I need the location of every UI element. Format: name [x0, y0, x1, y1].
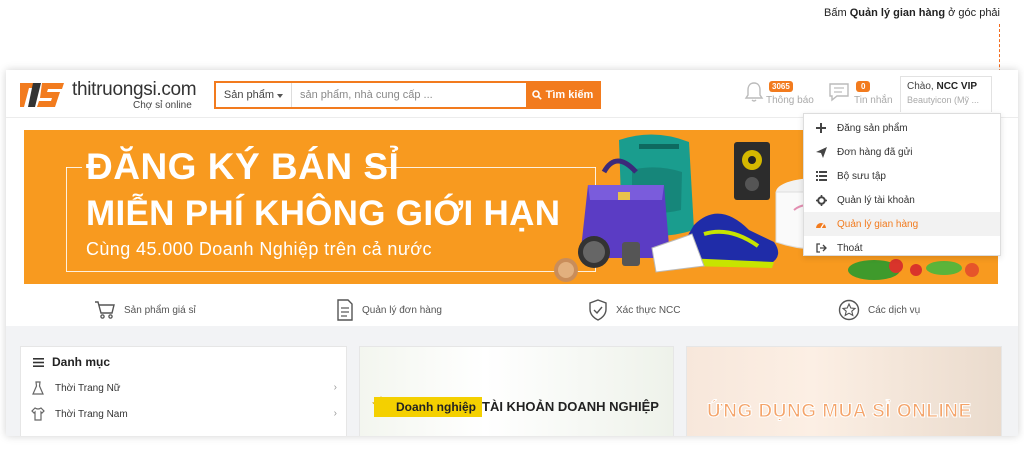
send-icon [814, 146, 828, 158]
business-account-promo[interactable]: Doanh nghiệp TÀI KHOẢN DOANH NGHIỆP [359, 346, 674, 436]
dashboard-icon [814, 218, 828, 230]
banner-subheadline: MIỄN PHÍ KHÔNG GIỚI HẠN [86, 194, 561, 233]
category-item-mens-fashion[interactable]: Thời Trang Nam › [31, 404, 337, 424]
watch-cosmetics-illustration [554, 236, 640, 282]
annotation-suffix: ở góc phải [945, 7, 1000, 19]
menu-item-label: Đăng sản phẩm [837, 122, 908, 134]
caret-down-icon [277, 93, 284, 98]
service-label: Xác thực NCC [616, 304, 681, 316]
search-category-label: Sản phẩm [223, 89, 275, 101]
category-item-womens-fashion[interactable]: Thời Trang Nữ › [31, 378, 337, 398]
logo-tagline: Chợ sỉ online [133, 100, 192, 111]
messages-button[interactable]: 0 Tin nhắn [828, 78, 898, 110]
category-panel: Danh mục Thời Trang Nữ › Thời Trang Nam … [20, 346, 347, 436]
business-badge: Doanh nghiệp [374, 397, 482, 417]
services-bar: Sản phẩm giá sỉ Quản lý đơn hàng Xác thự… [6, 292, 1018, 326]
greeting-prefix: Chào, [907, 81, 937, 92]
logout-icon [814, 242, 828, 254]
account-name: NCC VIP [936, 81, 978, 92]
message-icon [829, 83, 849, 102]
menu-item-store-management[interactable]: Quản lý gian hàng [804, 212, 1000, 236]
banner-headline: ĐĂNG KÝ BÁN SỈ [86, 146, 400, 187]
category-heading: Danh mục [33, 355, 110, 369]
category-label: Thời Trang Nữ [55, 382, 121, 394]
banner-frame-top-left [66, 167, 82, 168]
menu-item-sent-orders[interactable]: Đơn hàng đã gửi [804, 140, 1000, 164]
messages-label: Tin nhắn [854, 95, 893, 106]
menu-item-post-product[interactable]: Đăng sản phẩm [804, 116, 1000, 140]
account-greeting: Chào, NCC VIP [907, 81, 985, 92]
service-label: Sản phẩm giá sỉ [124, 304, 196, 316]
menu-item-label: Quản lý tài khoản [837, 194, 915, 206]
menu-item-label: Bộ sưu tập [837, 170, 886, 182]
search-category-select[interactable]: Sản phẩm [216, 83, 292, 107]
annotation-prefix: Bấm [824, 7, 850, 19]
search-input[interactable] [292, 83, 526, 107]
shirt-icon [31, 407, 45, 421]
menu-item-label: Đơn hàng đã gửi [837, 146, 913, 158]
search-icon [531, 90, 542, 100]
menu-icon [33, 357, 44, 367]
website-frame: thitruongsi.com Chợ sỉ online Sản phẩm T… [6, 70, 1018, 436]
service-order-management[interactable]: Quản lý đơn hàng [336, 298, 442, 322]
star-badge-icon [838, 299, 860, 321]
business-account-title: TÀI KHOẢN DOANH NGHIỆP [482, 399, 659, 414]
category-label: Thời Trang Nam [55, 408, 128, 420]
logo-mark-icon [20, 83, 64, 107]
search-bar: Sản phẩm Tìm kiếm [214, 81, 601, 109]
search-button-label: Tìm kiếm [545, 89, 594, 101]
banner-caption: Cùng 45.000 Doanh Nghiệp trên cả nước [86, 239, 432, 259]
service-other-services[interactable]: Các dịch vụ [838, 298, 920, 322]
menu-item-logout[interactable]: Thoát [804, 236, 1000, 260]
mobile-app-title: ỨNG DỤNG MUA SỈ ONLINE [707, 401, 972, 423]
plus-icon [814, 122, 828, 134]
logo-wordmark: thitruongsi.com [72, 79, 197, 100]
cart-icon [95, 301, 115, 319]
mobile-app-promo[interactable]: ỨNG DỤNG MUA SỈ ONLINE [686, 346, 1002, 436]
instruction-annotation: Bấm Quản lý gian hàng ở góc phải [824, 7, 1000, 19]
site-header: thitruongsi.com Chợ sỉ online Sản phẩm T… [6, 70, 1018, 118]
content-area: Danh mục Thời Trang Nữ › Thời Trang Nam … [6, 326, 1018, 436]
gear-icon [814, 194, 828, 206]
menu-item-account-settings[interactable]: Quản lý tài khoản [804, 188, 1000, 212]
dress-icon [32, 381, 44, 395]
search-button[interactable]: Tìm kiếm [526, 83, 599, 107]
annotation-highlight: Quản lý gian hàng [849, 7, 946, 19]
service-supplier-verification[interactable]: Xác thực NCC [588, 298, 681, 322]
service-label: Các dịch vụ [868, 304, 921, 316]
notifications-count-badge: 3065 [769, 81, 793, 92]
document-icon [337, 299, 353, 321]
vegetables-illustration [848, 259, 979, 280]
notifications-label: Thông báo [766, 95, 814, 106]
menu-item-label: Thoát [837, 242, 863, 254]
category-title: Danh mục [52, 355, 111, 369]
site-logo[interactable]: thitruongsi.com Chợ sỉ online [20, 79, 200, 111]
service-wholesale-products[interactable]: Sản phẩm giá sỉ [94, 298, 196, 322]
chevron-right-icon: › [333, 382, 337, 393]
screenshot-stage: Bấm Quản lý gian hàng ở góc phải thitruo… [0, 0, 1024, 464]
menu-item-label: Quản lý gian hàng [837, 218, 919, 230]
account-dropdown-menu: Đăng sản phẩm Đơn hàng đã gửi Bộ sưu tập… [803, 113, 1001, 256]
account-menu-toggle[interactable]: Chào, NCC VIP Beautyicon (Mỹ ... [900, 76, 992, 112]
list-icon [814, 170, 828, 182]
chevron-right-icon: › [333, 408, 337, 419]
messages-count-badge: 0 [856, 81, 871, 92]
menu-item-collection[interactable]: Bộ sưu tập [804, 164, 1000, 188]
notifications-button[interactable]: 3065 Thông báo [744, 78, 816, 110]
service-label: Quản lý đơn hàng [362, 304, 442, 316]
account-shop-name: Beautyicon (Mỹ ... [907, 95, 980, 105]
bell-icon [744, 82, 764, 102]
shield-icon [589, 299, 607, 321]
